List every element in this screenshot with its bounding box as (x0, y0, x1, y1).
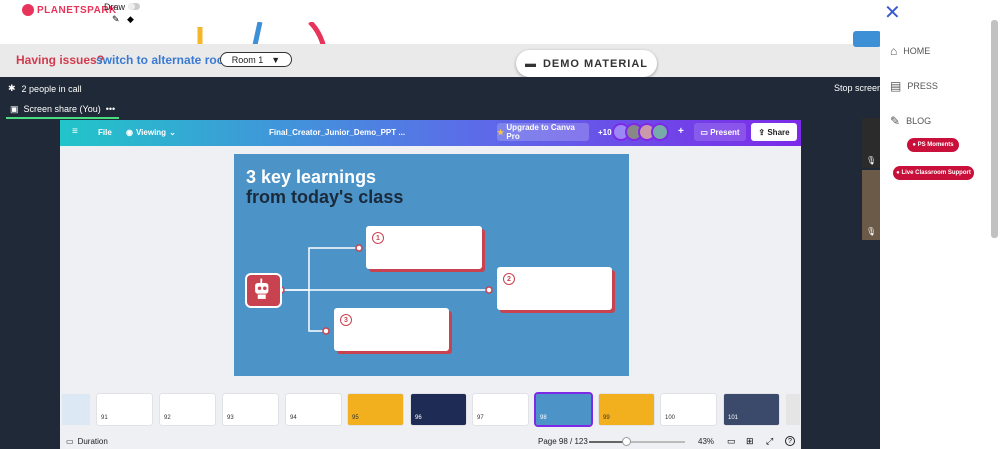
folder-icon: ▬ (524, 57, 537, 70)
thumbnail-number: 94 (290, 415, 297, 421)
pig-logo-icon (22, 4, 34, 16)
number-badge: 3 (340, 314, 352, 326)
thumbnail-partial[interactable] (62, 394, 90, 425)
learning-box[interactable] (497, 267, 612, 310)
upgrade-button[interactable]: ★ Upgrade to Canva Pro (497, 123, 589, 141)
file-menu[interactable]: File (98, 128, 112, 137)
thumbnail-number: 92 (164, 415, 171, 421)
stop-screen-button[interactable]: Stop screen (834, 83, 882, 93)
grid-view-icon[interactable]: ⊞ (746, 436, 754, 447)
zoom-level[interactable]: 43% (698, 437, 714, 446)
pen-icon[interactable]: ✎ (112, 14, 120, 25)
upload-icon: ⇪ (758, 127, 766, 137)
thumbnail-partial[interactable] (786, 394, 800, 425)
crown-icon: ★ (497, 127, 505, 137)
having-issues-text: Having issues? (16, 53, 105, 67)
microphone-icon: 🎙 (866, 156, 877, 165)
more-icon[interactable]: ••• (106, 104, 115, 114)
duration-button[interactable]: ▭ Duration (66, 437, 108, 446)
pencil-icon: ✎ (890, 114, 901, 128)
timer-icon: ▭ (66, 437, 74, 446)
thumbnail-number: 91 (101, 415, 108, 421)
ps-moments-button[interactable]: ● PS Moments (907, 138, 959, 152)
microphone-icon: 🎙 (866, 227, 877, 236)
alternate-room-link[interactable]: switch to alternate room (96, 53, 235, 67)
home-icon: ⌂ (890, 44, 898, 58)
viewing-menu[interactable]: ◉ Viewing ⌄ (126, 128, 176, 137)
live-classroom-support-button[interactable]: ● Live Classroom Support (893, 166, 974, 180)
play-icon: ● (912, 142, 916, 148)
present-icon: ▭ (700, 127, 708, 137)
fullscreen-icon[interactable]: ⤢ (766, 436, 773, 447)
add-collaborator-icon[interactable]: + (678, 126, 684, 137)
thumbnail-number: 93 (227, 415, 234, 421)
play-icon: ● (896, 170, 900, 176)
hamburger-icon[interactable]: ≡ (72, 126, 78, 137)
thumbnail-number: 100 (665, 415, 676, 421)
notes-icon[interactable]: ▭ (727, 436, 736, 447)
nav-press[interactable]: ▤ PRESS (890, 79, 938, 93)
draw-label: Draw (104, 2, 126, 12)
thumbnail-number: 98 (540, 415, 547, 421)
draw-toggle[interactable] (128, 3, 140, 10)
number-badge: 1 (372, 232, 384, 244)
people-in-call[interactable]: ✱ 2 people in call (8, 83, 82, 94)
document-title[interactable]: Final_Creator_Junior_Demo_PPT ... (269, 128, 405, 137)
eraser-icon[interactable]: ◆ (127, 14, 134, 25)
help-icon[interactable]: ? (785, 436, 795, 446)
demo-material-button[interactable]: ▬ DEMO MATERIAL (516, 50, 657, 77)
gear-icon: ✱ (8, 83, 16, 93)
zoom-slider-fill (589, 441, 627, 443)
chat-bubble-icon[interactable] (853, 31, 881, 47)
thumbnail-number: 97 (477, 415, 484, 421)
present-button[interactable]: ▭ Present (694, 123, 746, 141)
collaborator-count[interactable]: +10 (598, 128, 612, 137)
chevron-down-icon: ⌄ (169, 128, 176, 137)
screen-share-tab[interactable]: ▣ Screen share (You) ••• (6, 101, 120, 119)
number-badge: 2 (503, 273, 515, 285)
planetspark-logo[interactable]: PLANETSPARK (22, 4, 117, 16)
learning-box[interactable] (334, 308, 449, 351)
eye-icon: ◉ (126, 128, 133, 137)
robot-icon (245, 273, 282, 308)
thumbnail-number: 96 (415, 415, 422, 421)
side-panel (880, 0, 1000, 449)
thumbnail-number: 101 (728, 415, 739, 421)
thumbnail-number: 95 (352, 415, 359, 421)
learning-box[interactable] (366, 226, 482, 269)
scrollbar[interactable] (991, 20, 998, 238)
close-icon[interactable]: ✕ (884, 0, 901, 25)
press-icon: ▤ (890, 79, 902, 93)
room-select[interactable]: Room 1 ▼ (220, 52, 292, 67)
nav-home[interactable]: ⌂ HOME (890, 44, 930, 58)
screen-icon: ▣ (10, 103, 19, 114)
page-indicator[interactable]: Page 98 / 123 (538, 437, 588, 446)
dropdown-arrow-icon: ▼ (271, 54, 281, 65)
nav-blog[interactable]: ✎ BLOG (890, 114, 931, 128)
thumbnail-number: 99 (603, 415, 610, 421)
avatar[interactable] (651, 123, 669, 141)
share-button[interactable]: ⇪ Share (751, 123, 797, 141)
